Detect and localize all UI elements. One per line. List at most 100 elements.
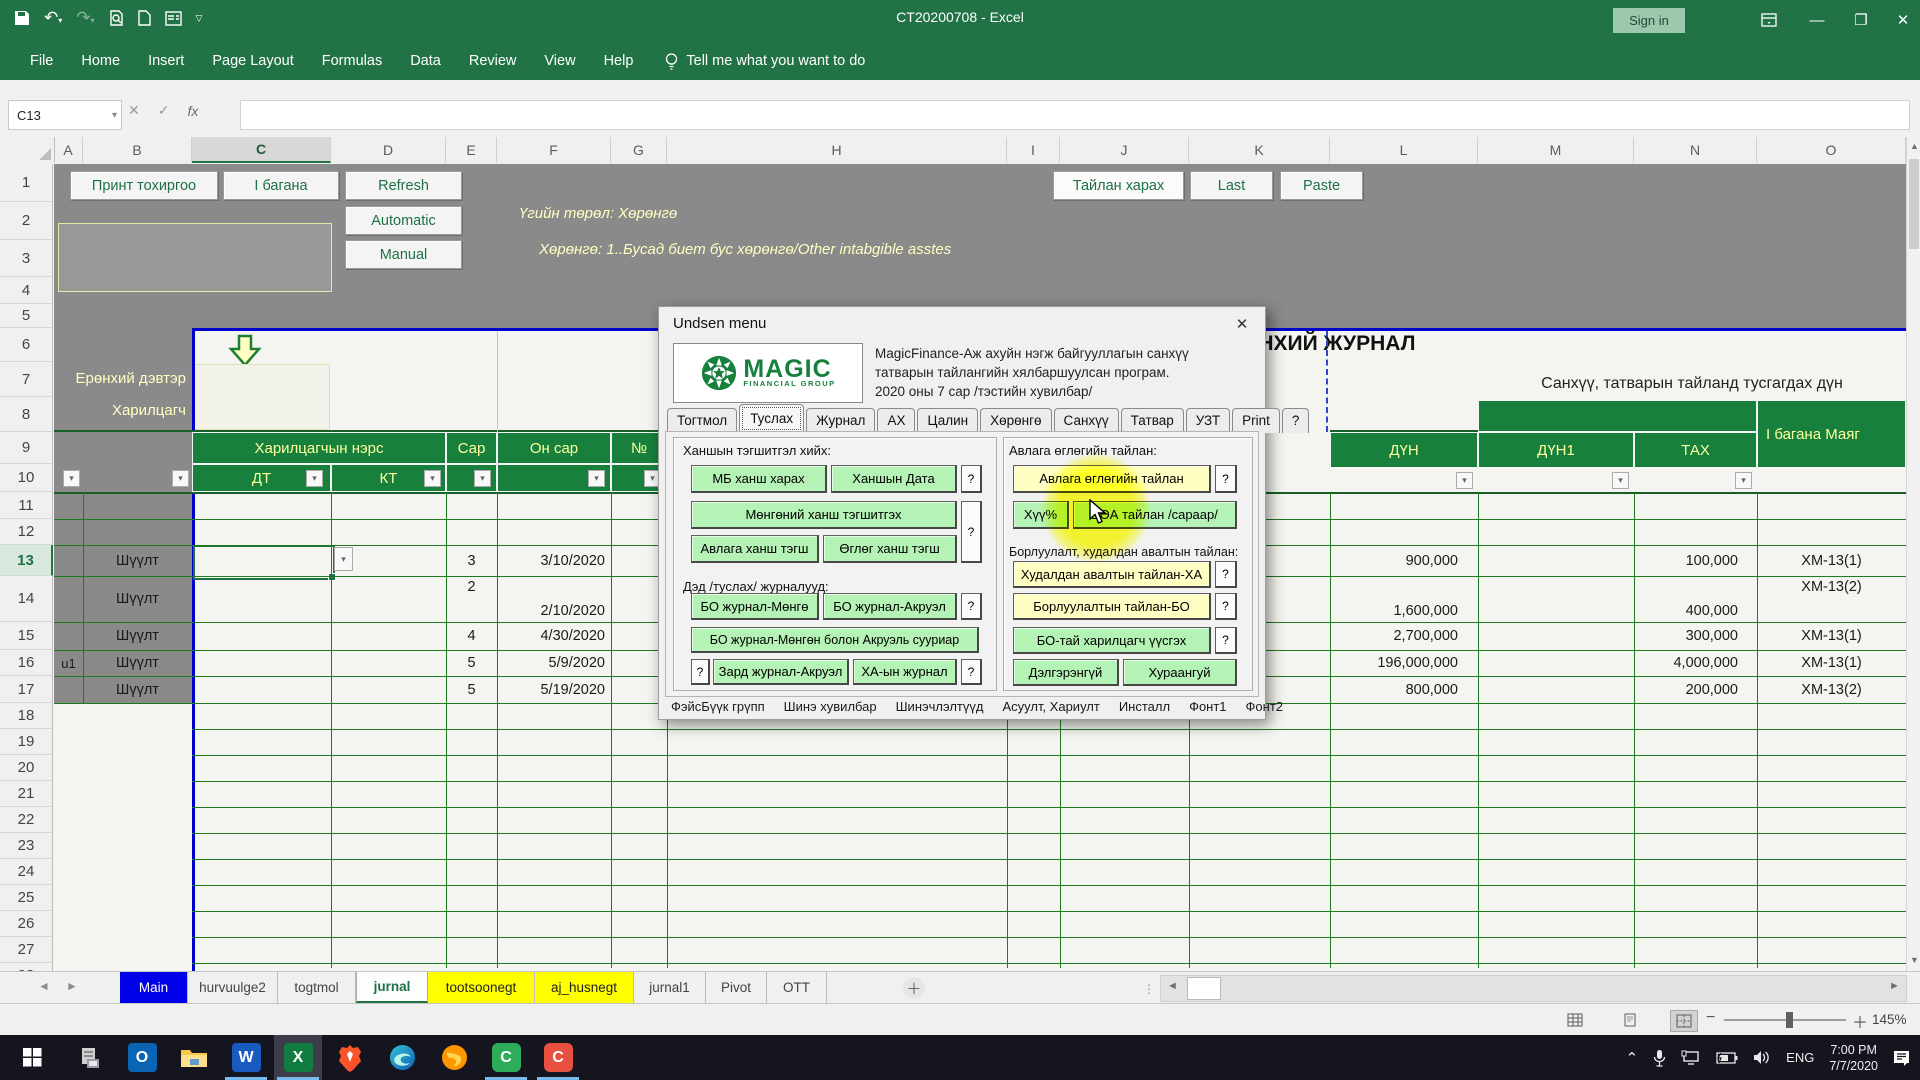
taskbar-camtasia-green-icon[interactable]: C [482, 1035, 530, 1080]
cell-b16[interactable]: Шүүлт [83, 650, 192, 676]
row-header-26[interactable]: 26 [0, 911, 53, 937]
filter-dropdown-date[interactable]: ▾ [588, 470, 605, 487]
ribbon-tab-review[interactable]: Review [455, 42, 531, 80]
new-sheet-button[interactable]: ＋ [903, 977, 925, 999]
row-header-8[interactable]: 8 [0, 397, 53, 432]
row-header-15[interactable]: 15 [0, 622, 53, 650]
btn-q6[interactable]: ? [1215, 465, 1237, 493]
cell-month16[interactable]: 5 [446, 650, 497, 676]
column-header-O[interactable]: O [1757, 137, 1906, 163]
column-header-N[interactable]: N [1634, 137, 1757, 163]
btn-mb-hansh[interactable]: МБ ханш харах [691, 465, 827, 493]
ribbon-tab-help[interactable]: Help [590, 42, 648, 80]
paste-button[interactable]: Paste [1280, 171, 1363, 200]
cell-a16[interactable]: u1 [54, 650, 83, 676]
ribbon-tab-data[interactable]: Data [396, 42, 455, 80]
tray-notification-icon[interactable] [1893, 1050, 1910, 1066]
zoom-slider[interactable] [1724, 1019, 1846, 1021]
filter-dropdown-month[interactable]: ▾ [474, 470, 491, 487]
cell-tax14[interactable]: 400,000 [1634, 576, 1742, 622]
column-header-B[interactable]: B [83, 137, 192, 163]
row-header-23[interactable]: 23 [0, 833, 53, 859]
cell-b13[interactable]: Шүүлт [83, 545, 192, 576]
active-cell-dropdown[interactable]: ▾ [334, 547, 353, 571]
dialog-tab-Татвар[interactable]: Татвар [1121, 408, 1184, 433]
cell-tax17[interactable]: 200,000 [1634, 676, 1742, 703]
filter-dropdown-dt[interactable]: ▾ [306, 470, 323, 487]
hscroll-left-icon[interactable]: ◄ [1167, 980, 1178, 992]
row-header-22[interactable]: 22 [0, 807, 53, 833]
sheet-tab-OTT[interactable]: OTT [767, 972, 827, 1003]
row-header-1[interactable]: 1 [0, 164, 53, 202]
btn-money-adjust[interactable]: Мөнгөний ханш тэгшитгэх [691, 501, 957, 529]
dialog-link-Фонт2[interactable]: Фонт2 [1246, 699, 1283, 714]
dialog-link-Инсталл[interactable]: Инсталл [1119, 699, 1170, 714]
btn-borluulalt[interactable]: Борлуулалтын тайлан-БО [1013, 593, 1211, 620]
column-header-I[interactable]: I [1007, 137, 1060, 163]
cell-tax15[interactable]: 300,000 [1634, 622, 1742, 650]
cell-b15[interactable]: Шүүлт [83, 622, 192, 650]
row-header-4[interactable]: 4 [0, 277, 53, 304]
cell-b17[interactable]: Шүүлт [83, 676, 192, 703]
dialog-tab-Цалин[interactable]: Цалин [917, 408, 978, 433]
sheet-tab-aj_husnegt[interactable]: aj_husnegt [535, 972, 634, 1003]
i-column-button[interactable]: I багана [223, 171, 339, 200]
dialog-tab-Print[interactable]: Print [1232, 408, 1280, 433]
cell-form16[interactable]: XM-13(1) [1757, 650, 1906, 676]
btn-bo-akruel[interactable]: БО журнал-Акруэл [823, 593, 957, 620]
btn-huraangui[interactable]: Хураангуй [1123, 659, 1237, 686]
btn-q3[interactable]: ? [961, 593, 982, 620]
ribbon-tab-view[interactable]: View [530, 42, 589, 80]
cell-date13[interactable]: 3/10/2020 [497, 545, 609, 576]
cell-month17[interactable]: 5 [446, 676, 497, 703]
btn-uglug-hansh[interactable]: Өглөг ханш тэгш [823, 535, 957, 563]
dialog-link-Фонт1[interactable]: Фонт1 [1189, 699, 1226, 714]
row-header-18[interactable]: 18 [0, 703, 53, 729]
btn-q2[interactable]: ? [961, 501, 982, 563]
minimize-button[interactable]: — [1800, 6, 1834, 34]
tabs-scroll-right-icon[interactable]: ► [66, 979, 78, 993]
dialog-link-Шинэ хувилбар[interactable]: Шинэ хувилбар [784, 699, 877, 714]
filter-dropdown-total[interactable]: ▾ [1456, 472, 1473, 489]
ribbon-tab-home[interactable]: Home [67, 42, 134, 80]
tray-network-icon[interactable] [1681, 1050, 1701, 1066]
refresh-button[interactable]: Refresh [345, 171, 462, 200]
sheet-tab-hurvuulge2[interactable]: hurvuulge2 [188, 972, 278, 1003]
taskbar-camtasia-red-icon[interactable]: C [534, 1035, 582, 1080]
manual-button[interactable]: Manual [345, 240, 462, 269]
name-box[interactable]: C13 ▾ [8, 100, 122, 130]
btn-avlaga-hansh[interactable]: Авлага ханш тэгш [691, 535, 819, 563]
sheet-tab-jurnal1[interactable]: jurnal1 [634, 972, 706, 1003]
zoom-out-icon[interactable]: − [1706, 1009, 1715, 1027]
taskbar-outlook-icon[interactable]: O [118, 1035, 166, 1080]
btn-q5[interactable]: ? [961, 659, 982, 685]
ribbon-tab-formulas[interactable]: Formulas [308, 42, 396, 80]
horizontal-scrollbar[interactable]: ◄ ► [1160, 975, 1907, 1002]
row-header-27[interactable]: 27 [0, 937, 53, 963]
column-header-A[interactable]: A [54, 137, 83, 163]
cell-form14[interactable]: XM-13(2) [1757, 576, 1906, 622]
cell-tax16[interactable]: 4,000,000 [1634, 650, 1742, 676]
column-header-L[interactable]: L [1330, 137, 1478, 163]
tray-language[interactable]: ENG [1786, 1050, 1814, 1065]
taskbar-edge-icon[interactable] [378, 1035, 426, 1080]
row-header-28[interactable]: 28 [0, 963, 53, 971]
tray-speaker-icon[interactable] [1753, 1050, 1771, 1065]
ribbon-tab-page-layout[interactable]: Page Layout [198, 42, 307, 80]
insert-function-icon[interactable]: fx [187, 103, 198, 119]
zoom-in-icon[interactable]: ＋ [1852, 1009, 1868, 1033]
cell-total14[interactable]: 1,600,000 [1330, 576, 1462, 622]
row-header-9[interactable]: 9 [0, 432, 53, 464]
cell-date14[interactable]: 2/10/2020 [497, 576, 609, 622]
horizontal-scroll-thumb[interactable] [1187, 977, 1221, 1000]
dialog-close-icon[interactable]: ✕ [1229, 313, 1255, 335]
scroll-up-icon[interactable]: ▲ [1910, 141, 1919, 151]
column-header-K[interactable]: K [1189, 137, 1330, 163]
filter-dropdown-b[interactable]: ▾ [172, 470, 189, 487]
last-button[interactable]: Last [1190, 171, 1273, 200]
tray-battery-icon[interactable] [1716, 1052, 1738, 1064]
sheet-tab-Pivot[interactable]: Pivot [706, 972, 767, 1003]
row-header-11[interactable]: 11 [0, 492, 53, 519]
cell-total15[interactable]: 2,700,000 [1330, 622, 1462, 650]
btn-q8[interactable]: ? [1215, 593, 1237, 620]
